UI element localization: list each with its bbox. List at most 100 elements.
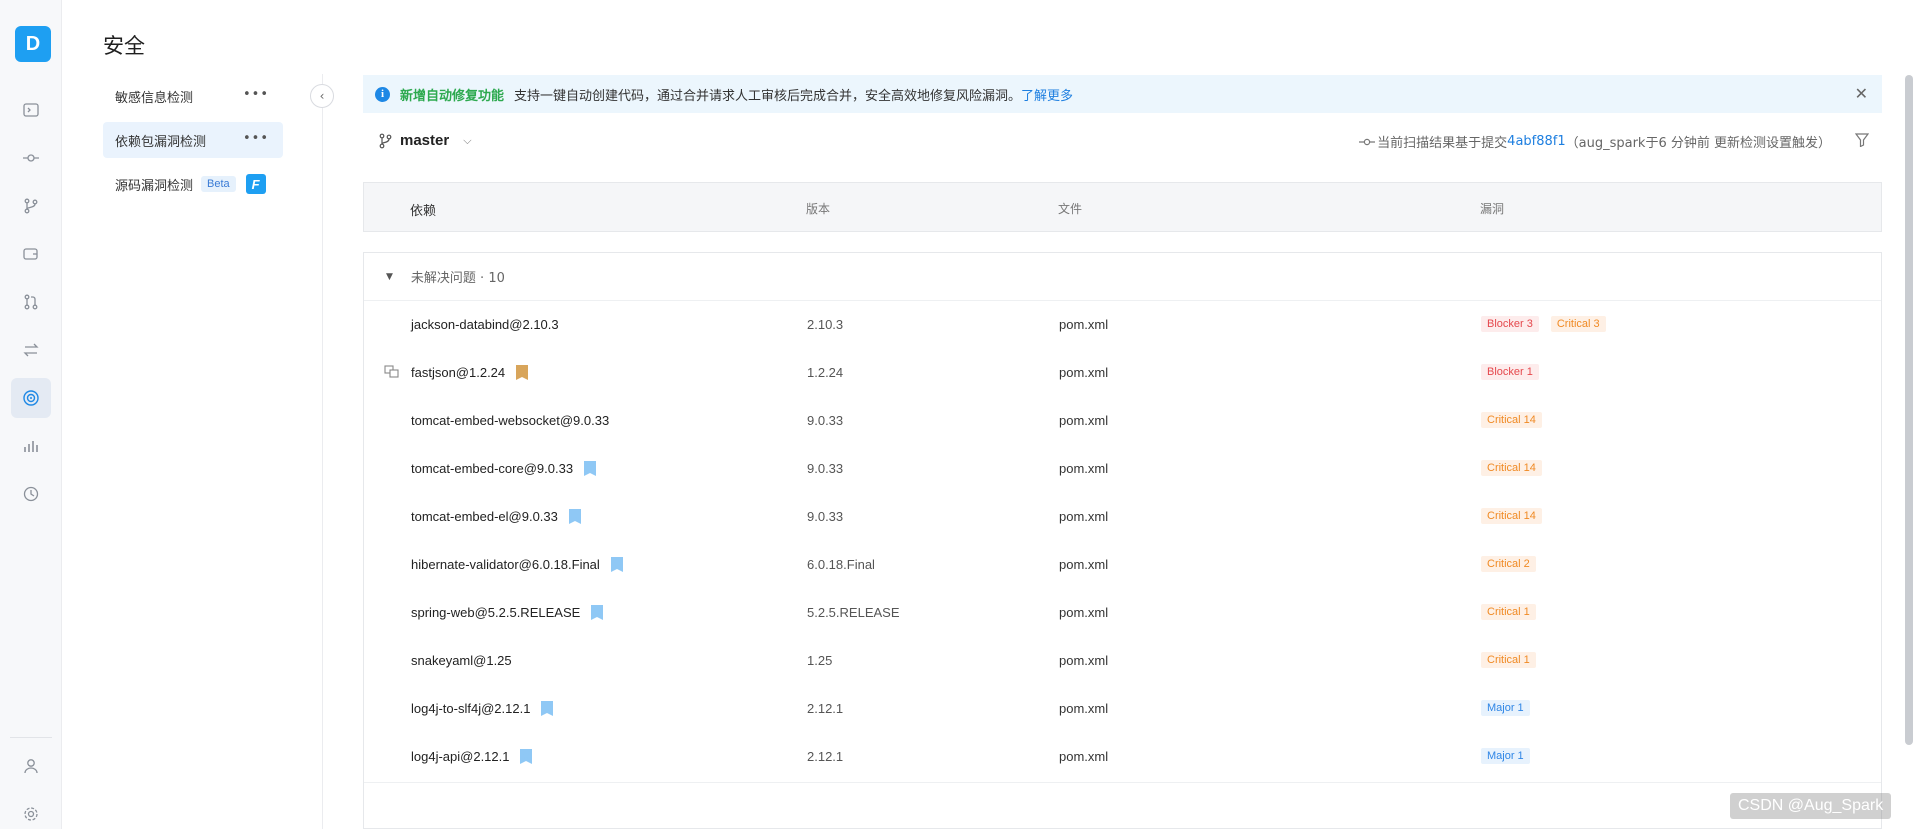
close-icon[interactable]: ✕: [1855, 84, 1868, 103]
branch-icon[interactable]: [11, 186, 51, 226]
version-cell: 2.10.3: [807, 317, 844, 332]
dependency-name[interactable]: fastjson@1.2.24: [411, 365, 529, 380]
dependency-name[interactable]: snakeyaml@1.25: [411, 653, 512, 668]
file-cell[interactable]: pom.xml: [1059, 653, 1108, 668]
version-cell: 9.0.33: [807, 509, 844, 524]
commit-icon[interactable]: [11, 138, 51, 178]
file-cell[interactable]: pom.xml: [1059, 557, 1108, 572]
chart-icon[interactable]: [11, 426, 51, 466]
dependency-label: jackson-databind@2.10.3: [411, 317, 559, 332]
file-cell[interactable]: pom.xml: [1059, 413, 1108, 428]
security-subnav: 敏感信息检测 ••• 依赖包漏洞检测 ••• 源码漏洞检测 Beta F: [103, 78, 283, 210]
table-row[interactable]: snakeyaml@1.25 1.25 pom.xml Critical 1: [364, 638, 1881, 686]
dependency-label: hibernate-validator@6.0.18.Final: [411, 557, 600, 572]
severity-tag-critical[interactable]: Critical 14: [1481, 460, 1542, 476]
severity-tag-critical[interactable]: Critical 2: [1481, 556, 1536, 572]
severity-tag-major[interactable]: Major 1: [1481, 748, 1530, 764]
merge-request-icon[interactable]: [11, 282, 51, 322]
subnav-item-label: 依赖包漏洞检测: [115, 134, 207, 150]
bookmark-star-icon: [519, 749, 533, 764]
severity-tag-critical[interactable]: Critical 1: [1481, 604, 1536, 620]
file-cell[interactable]: pom.xml: [1059, 749, 1108, 764]
table-row[interactable]: tomcat-embed-el@9.0.33 9.0.33 pom.xml Criti…: [364, 494, 1881, 542]
table-row[interactable]: log4j-api@2.12.1 2.12.1 pom.xml Major 1: [364, 734, 1881, 782]
vulnerability-cell: Critical 1: [1481, 652, 1536, 668]
user-icon[interactable]: [11, 746, 51, 786]
learn-more-link[interactable]: 了解更多: [1021, 89, 1073, 104]
dependency-label: fastjson@1.2.24: [411, 365, 506, 380]
severity-tag-blocker[interactable]: Blocker 3: [1481, 316, 1539, 332]
file-cell[interactable]: pom.xml: [1059, 365, 1108, 380]
commit-icon: [1359, 138, 1376, 145]
file-cell[interactable]: pom.xml: [1059, 701, 1108, 716]
version-cell: 6.0.18.Final: [807, 557, 875, 572]
collapse-sidebar-button[interactable]: ‹: [310, 84, 334, 108]
more-icon[interactable]: •••: [243, 87, 269, 102]
settings-icon[interactable]: [11, 794, 51, 834]
history-icon[interactable]: [11, 474, 51, 514]
table-row[interactable]: tomcat-embed-websocket@9.0.33 9.0.33 pom.x…: [364, 398, 1881, 446]
table-row[interactable]: hibernate-validator@6.0.18.Final 6.0.18.F…: [364, 542, 1881, 590]
branch-icon: [379, 133, 392, 148]
file-cell[interactable]: pom.xml: [1059, 509, 1108, 524]
caret-down-icon: ▼: [386, 271, 393, 282]
dependency-name[interactable]: tomcat-embed-el@9.0.33: [411, 509, 582, 524]
scrollbar[interactable]: [1905, 75, 1913, 745]
filter-icon[interactable]: [1855, 133, 1869, 147]
subnav-item-dependency-scan[interactable]: 依赖包漏洞检测 •••: [103, 122, 283, 158]
tag-icon[interactable]: [11, 234, 51, 274]
subnav-item-label: 敏感信息检测: [115, 90, 194, 106]
table-row[interactable]: jackson-databind@2.10.3 2.10.3 pom.xml Bloc…: [364, 302, 1881, 350]
file-cell[interactable]: pom.xml: [1059, 605, 1108, 620]
table-row[interactable]: log4j-to-slf4j@2.12.1 2.12.1 pom.xml Major …: [364, 686, 1881, 734]
dependency-name[interactable]: log4j-api@2.12.1: [411, 749, 533, 764]
feature-banner: i 新增自动修复功能 支持一键自动创建代码，通过合并请求人工审核后完成合并，安全…: [363, 75, 1882, 113]
group-toggle[interactable]: ▼ 未解决问题 · 10: [364, 253, 1881, 301]
vulnerability-cell: Blocker 1: [1481, 364, 1539, 380]
rail-divider: [10, 737, 52, 738]
dependency-name[interactable]: tomcat-embed-core@9.0.33: [411, 461, 597, 476]
severity-tag-critical[interactable]: Critical 3: [1550, 316, 1606, 332]
subnav-item-sensitive-info[interactable]: 敏感信息检测 •••: [103, 78, 283, 114]
version-cell: 1.25: [807, 653, 833, 668]
severity-tag-critical[interactable]: Critical 14: [1481, 508, 1542, 524]
more-icon[interactable]: •••: [243, 131, 269, 146]
banner-text: 支持一键自动创建代码，通过合并请求人工审核后完成合并，安全高效地修复风险漏洞。了…: [514, 88, 1074, 104]
compare-icon[interactable]: [11, 330, 51, 370]
dependency-name[interactable]: tomcat-embed-websocket@9.0.33: [411, 413, 609, 428]
bookmark-star-icon: [540, 701, 554, 716]
vulnerability-cell: Major 1: [1481, 748, 1530, 764]
subnav-item-source-scan[interactable]: 源码漏洞检测 Beta F: [103, 166, 283, 202]
severity-tag-blocker[interactable]: Blocker 1: [1481, 364, 1539, 380]
severity-tag-critical[interactable]: Critical 14: [1481, 412, 1542, 428]
subnav-item-label: 源码漏洞检测: [115, 178, 194, 194]
table-header: 依赖 版本 文件 漏洞: [363, 182, 1882, 232]
unresolved-group: ▼ 未解决问题 · 10 jackson-databind@2.10.3 2.10…: [363, 252, 1882, 829]
watermark: CSDN @Aug_Spark: [1730, 793, 1892, 819]
scan-info: 当前扫描结果基于提交 4abf88f1 （aug_spark于6 分钟前 更新检…: [1359, 132, 1831, 151]
icon-rail: D: [0, 0, 62, 829]
terminal-icon[interactable]: [11, 90, 51, 130]
app-logo[interactable]: D: [15, 26, 51, 62]
file-cell[interactable]: pom.xml: [1059, 461, 1108, 476]
branch-selector[interactable]: master ⌵: [378, 132, 472, 149]
security-icon[interactable]: [11, 378, 51, 418]
severity-tag-major[interactable]: Major 1: [1481, 700, 1530, 716]
dependency-name[interactable]: hibernate-validator@6.0.18.Final: [411, 557, 624, 572]
version-cell: 5.2.5.RELEASE: [807, 605, 900, 620]
copy-icon[interactable]: [384, 365, 400, 383]
vulnerability-cell: Blocker 3 Critical 3: [1481, 316, 1606, 332]
severity-tag-critical[interactable]: Critical 1: [1481, 652, 1536, 668]
dependency-name[interactable]: spring-web@5.2.5.RELEASE: [411, 605, 604, 620]
table-row[interactable]: fastjson@1.2.24 1.2.24 pom.xml Blocker 1: [364, 350, 1881, 398]
version-cell: 1.2.24: [807, 365, 844, 380]
table-row[interactable]: tomcat-embed-core@9.0.33 9.0.33 pom.xml Cri…: [364, 446, 1881, 494]
version-cell: 9.0.33: [807, 461, 844, 476]
dependency-name[interactable]: log4j-to-slf4j@2.12.1: [411, 701, 554, 716]
scan-prefix: 当前扫描结果基于提交: [1377, 136, 1508, 151]
commit-link[interactable]: 4abf88f1: [1507, 134, 1565, 149]
scan-suffix: （aug_spark于6 分钟前 更新检测设置触发）: [1565, 136, 1831, 151]
table-row[interactable]: spring-web@5.2.5.RELEASE 5.2.5.RELEASE pom…: [364, 590, 1881, 638]
file-cell[interactable]: pom.xml: [1059, 317, 1108, 332]
dependency-name[interactable]: jackson-databind@2.10.3: [411, 317, 559, 332]
